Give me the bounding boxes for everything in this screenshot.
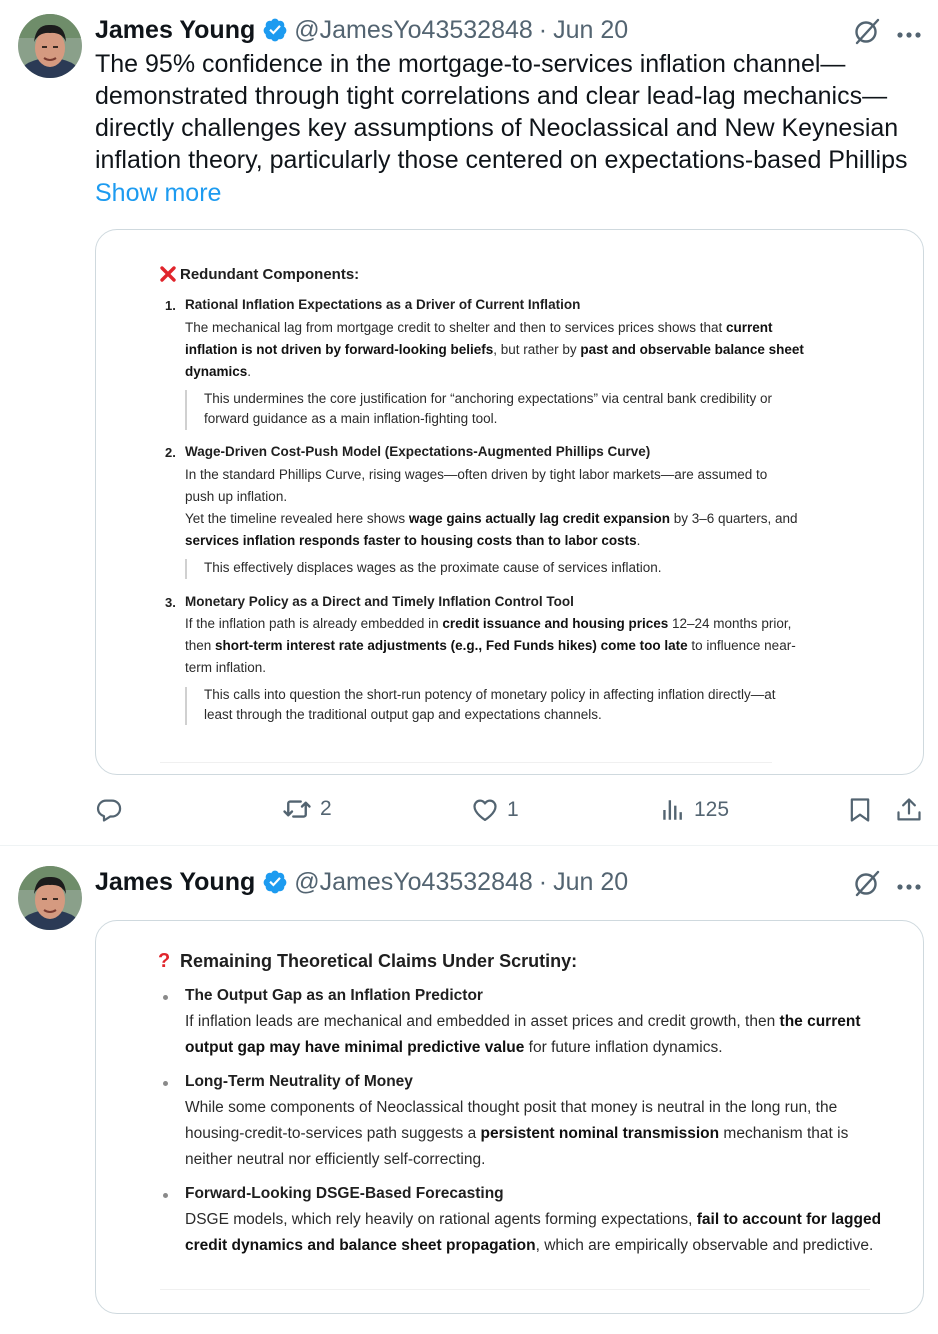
avatar[interactable] [18,866,82,930]
tweet-text-line: inflation theory, particularly those cen… [95,146,908,174]
tweet-1[interactable]: James Young @JamesYo43532848 · Jun 20 Th… [0,0,938,846]
attached-image-card[interactable]: Redundant Components: 1. Rational Inflat… [95,229,924,775]
item-text-line: housing-credit-to-services path suggests… [185,1125,849,1142]
reply-icon [96,799,122,822]
author-name[interactable]: James Young [95,16,255,45]
views-count: 125 [694,798,730,821]
item-text-line: Yet the timeline revealed here shows wag… [185,511,798,526]
item-heading: Monetary Policy as a Direct and Timely I… [185,594,574,609]
list-number: 2. [165,445,176,460]
tweet-header: James Young @JamesYo43532848 · Jun 20 [95,14,628,46]
author-handle[interactable]: @JamesYo43532848 [294,16,533,45]
item-text-line: If the inflation path is already embedde… [185,616,792,631]
like-button[interactable]: 1 [471,796,519,824]
tweet-date[interactable]: Jun 20 [553,16,628,45]
red-x-icon [159,265,177,288]
item-text-line: The mechanical lag from mortgage credit … [185,320,773,335]
quote-bar [185,390,187,430]
tweet-text-line: The 95% confidence in the mortgage-to-se… [95,50,846,78]
bookmark-button[interactable] [846,796,874,824]
verified-badge-icon [263,18,287,42]
quote-bar [185,687,187,725]
bookmark-icon [850,798,870,822]
heart-icon [473,799,497,822]
tweet-text-line: directly challenges key assumptions of N… [95,114,899,142]
list-number: 1. [165,298,176,313]
item-heading: The Output Gap as an Inflation Predictor [185,987,483,1004]
item-text-line: If inflation leads are mechanical and em… [185,1013,861,1030]
views-button[interactable]: 125 [660,796,729,824]
item-text-line: In the standard Phillips Curve, rising w… [185,467,768,482]
more-options-icon[interactable] [896,26,922,44]
author-name[interactable]: James Young [95,868,255,897]
item-text-line: then short-term interest rate adjustment… [185,638,796,653]
list-bullet [163,1081,168,1086]
item-heading: Wage-Driven Cost-Push Model (Expectation… [185,444,651,459]
tweet-2[interactable]: James Young @JamesYo43532848 · Jun 20 ? … [0,846,938,1334]
item-text-line: push up inflation. [185,489,288,504]
red-question-icon: ? [158,950,171,972]
verified-badge-icon [263,870,287,894]
tweet-header: James Young @JamesYo43532848 · Jun 20 [95,866,628,898]
item-text-line: dynamics. [185,364,252,379]
quote-bar [185,559,187,579]
separator-dot: · [538,15,548,44]
retweet-icon [283,800,311,818]
item-text-line: term inflation. [185,660,267,675]
retweet-button[interactable]: 2 [282,794,332,824]
card-divider [160,762,772,763]
action-bar: 2 1 125 [0,790,938,830]
tweet-text-line: demonstrated through tight correlations … [95,82,888,110]
quote-line: least through the traditional output gap… [204,707,602,722]
share-button[interactable] [895,796,923,824]
retweet-count: 2 [320,797,332,820]
item-text-line: credit dynamics and balance sheet propag… [185,1237,874,1254]
reply-button[interactable] [95,796,123,824]
item-text-line: neither neutral nor efficiently self-cor… [185,1151,486,1168]
grok-icon[interactable] [852,868,882,903]
like-count: 1 [507,798,519,821]
grok-icon[interactable] [852,16,882,51]
views-icon [663,800,682,820]
card-title: Redundant Components: [180,266,360,283]
more-options-icon[interactable] [896,878,922,896]
tweet-text: The 95% confidence in the mortgage-to-se… [95,48,925,176]
item-text-line: inflation is not driven by forward-looki… [185,342,804,357]
show-more-link[interactable]: Show more [95,177,221,209]
list-bullet [163,995,168,1000]
author-handle[interactable]: @JamesYo43532848 [294,868,533,897]
list-bullet [163,1193,168,1198]
share-icon [897,798,921,821]
item-text-line: output gap may have minimal predictive v… [185,1039,723,1056]
item-text-line: services inflation responds faster to ho… [185,533,641,548]
item-heading: Long-Term Neutrality of Money [185,1073,413,1090]
quote-line: This effectively displaces wages as the … [204,560,662,575]
item-heading: Rational Inflation Expectations as a Dri… [185,297,581,312]
quote-line: This calls into question the short-run p… [204,687,776,702]
quote-line: This undermines the core justification f… [204,391,773,406]
separator-dot: · [538,867,548,896]
item-text-line: DSGE models, which rely heavily on ratio… [185,1211,882,1228]
item-text-line: While some components of Neoclassical th… [185,1099,838,1116]
quote-line: forward guidance as a main inflation-fig… [204,411,498,426]
tweet-date[interactable]: Jun 20 [553,868,628,897]
card-divider [160,1289,870,1290]
list-number: 3. [165,595,176,610]
attached-image-card[interactable]: ? Remaining Theoretical Claims Under Scr… [95,920,924,1314]
item-heading: Forward-Looking DSGE-Based Forecasting [185,1185,504,1202]
card-title: Remaining Theoretical Claims Under Scrut… [180,951,578,971]
avatar[interactable] [18,14,82,78]
